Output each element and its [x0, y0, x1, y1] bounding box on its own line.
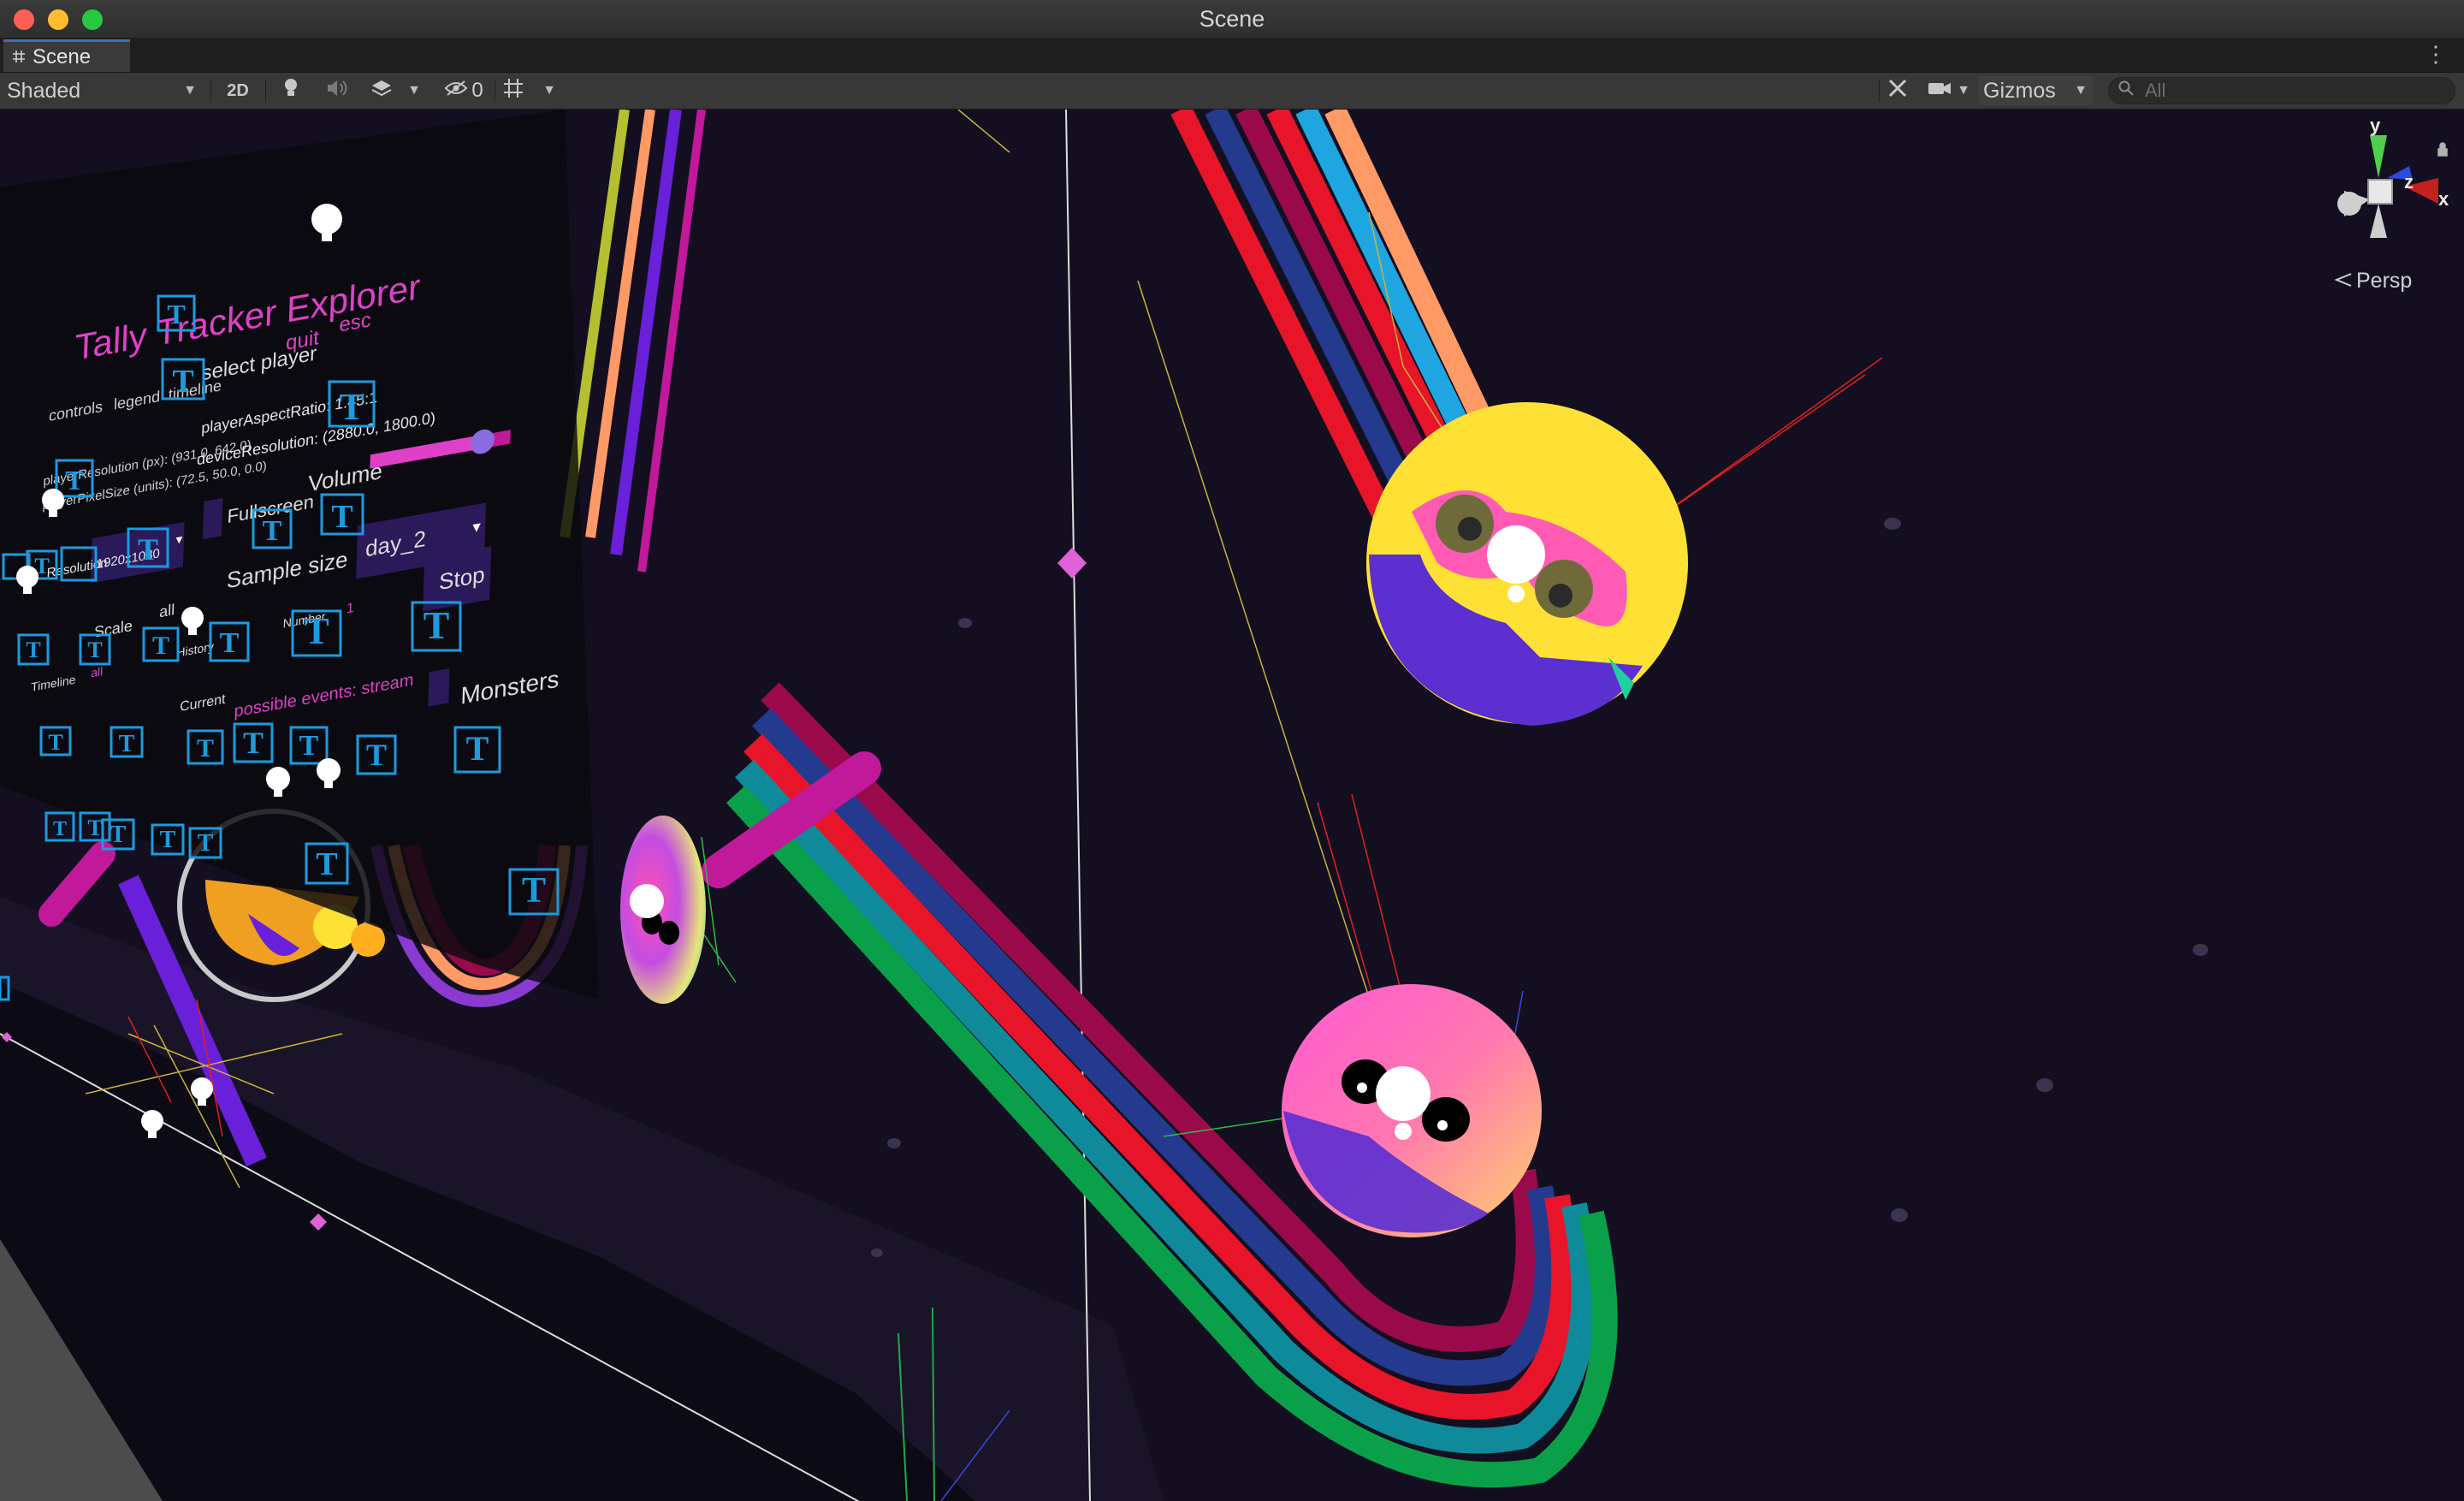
svg-text:T: T: [220, 627, 240, 659]
chevron-down-icon: ▼: [2074, 83, 2088, 98]
window-title: Scene: [1199, 6, 1265, 32]
axis-neg-y-cone[interactable]: [2370, 204, 2387, 238]
chevron-down-icon: ▼: [1957, 83, 1970, 98]
layers-icon: [370, 79, 393, 104]
lighting-toggle-button[interactable]: [275, 76, 306, 105]
hierarchy-search: [2108, 77, 2455, 104]
projection-toggle[interactable]: Persp: [2334, 269, 2412, 294]
search-icon: [2118, 80, 2135, 102]
wrench-cross-icon: [1886, 77, 1909, 105]
svg-text:T: T: [424, 603, 450, 647]
gizmo-center-cube[interactable]: [2367, 179, 2393, 205]
window-titlebar: Scene: [0, 0, 2464, 39]
effects-dropdown[interactable]: ▼: [402, 76, 426, 105]
camera-settings-dropdown[interactable]: ▼: [1925, 76, 1973, 105]
svg-text:T: T: [304, 610, 329, 652]
draw-mode-value: Shaded: [7, 78, 81, 103]
svg-text:T: T: [167, 299, 185, 329]
camera-icon: [1928, 79, 1952, 103]
svg-text:T: T: [119, 731, 135, 757]
svg-text:T: T: [243, 726, 264, 760]
tab-scene-label: Scene: [33, 44, 92, 68]
svg-text:T: T: [263, 515, 282, 547]
row2-label-1: all: [91, 664, 104, 679]
scene-visibility-toggle[interactable]: 0: [436, 76, 491, 105]
scene-toolbar: Shaded ▼ 2D ▼ 0 ▼ ▼ Gizmos ▼ All: [0, 73, 2464, 110]
svg-text:T: T: [53, 818, 67, 840]
hidden-count: 0: [471, 79, 483, 102]
draw-mode-dropdown[interactable]: Shaded ▼: [3, 76, 202, 105]
monster-pink[interactable]: [1282, 984, 1542, 1237]
scene-canvas[interactable]: Tally Tracker Explorer controls legend t…: [0, 110, 2464, 1501]
chevron-down-icon: ▼: [542, 83, 556, 98]
svg-text:T: T: [466, 729, 489, 768]
svg-text:T: T: [110, 822, 127, 848]
search-input[interactable]: [2143, 79, 2437, 103]
tab-bar: Scene ⋮: [0, 38, 2464, 73]
svg-text:T: T: [366, 738, 387, 772]
orientation-gizmo[interactable]: [2319, 118, 2464, 255]
gizmos-label: Gizmos: [1983, 78, 2056, 103]
svg-text:T: T: [48, 730, 62, 755]
grid-toggle-button[interactable]: [498, 76, 529, 105]
axis-z-label: z: [2404, 171, 2414, 193]
svg-text:T: T: [172, 364, 193, 400]
svg-text:T: T: [331, 499, 352, 535]
lightbulb-icon: [281, 77, 300, 105]
effects-toggle-button[interactable]: [366, 76, 397, 105]
svg-text:T: T: [339, 386, 364, 428]
eye-slash-icon: [444, 79, 468, 103]
svg-text:T: T: [160, 827, 176, 853]
lock-icon[interactable]: [2437, 142, 2448, 157]
svg-text:T: T: [316, 846, 337, 882]
svg-text:T: T: [522, 871, 546, 911]
svg-text:T: T: [197, 734, 214, 762]
tab-menu-icon[interactable]: ⋮: [2425, 41, 2447, 68]
svg-text:T: T: [87, 638, 102, 662]
grid-dropdown[interactable]: ▼: [537, 76, 561, 105]
gizmos-dropdown[interactable]: Gizmos ▼: [1978, 76, 2093, 105]
tab-scene[interactable]: Scene: [3, 39, 130, 72]
projection-label: Persp: [2356, 269, 2413, 293]
fullscreen-toggle[interactable]: [202, 498, 223, 540]
chevron-down-icon: ▼: [470, 519, 483, 537]
grid-icon: [12, 45, 26, 69]
svg-text:T: T: [299, 730, 319, 762]
monsters-toggle[interactable]: [428, 668, 450, 707]
chevron-down-icon: ▼: [174, 532, 185, 547]
chevron-down-icon: ▼: [183, 83, 197, 98]
svg-text:T: T: [152, 632, 169, 660]
tools-toggle-button[interactable]: [1882, 76, 1913, 105]
svg-text:T: T: [198, 830, 214, 857]
speaker-icon: [326, 79, 348, 104]
chevron-down-icon: ▼: [407, 83, 421, 98]
axis-y-cone[interactable]: [2370, 135, 2387, 178]
grid-snap-icon: [502, 77, 524, 105]
axis-y-label: y: [2370, 115, 2381, 136]
monster-yellow[interactable]: [1366, 402, 1688, 726]
scene-viewport[interactable]: Tally Tracker Explorer controls legend t…: [0, 110, 2464, 1501]
svg-text:T: T: [65, 465, 83, 495]
svg-text:T: T: [138, 532, 158, 567]
row1-label-1: all: [159, 601, 175, 620]
audio-toggle-button[interactable]: [322, 76, 352, 105]
svg-text:T: T: [26, 638, 40, 662]
monster-swirl[interactable]: [620, 816, 706, 1004]
axis-x-label: x: [2438, 188, 2449, 210]
perspective-icon: [2334, 269, 2353, 294]
toggle-2d-button[interactable]: 2D: [221, 76, 255, 105]
row2-label-4: 1: [346, 600, 355, 617]
svg-text:T: T: [87, 816, 102, 840]
